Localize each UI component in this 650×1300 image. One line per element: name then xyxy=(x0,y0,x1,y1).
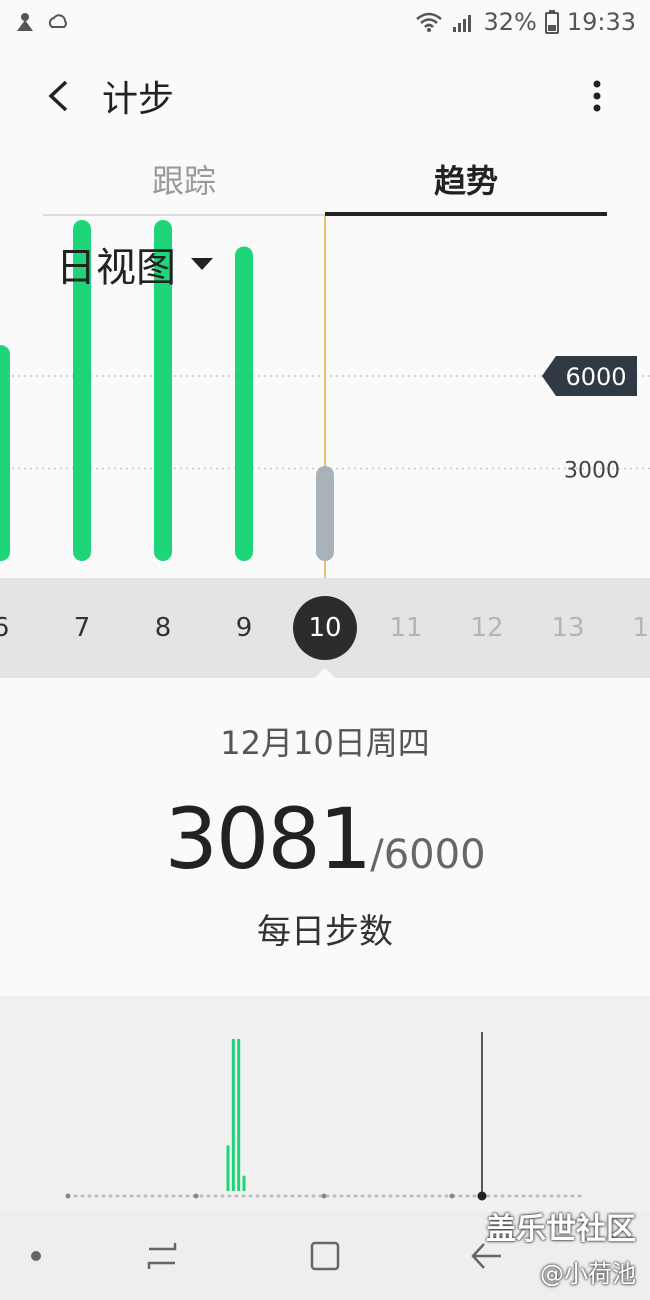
hourly-steps-chart xyxy=(0,996,650,1212)
date-item-9[interactable]: 9 xyxy=(212,598,276,658)
step-count-label: 每日步数 xyxy=(257,912,393,952)
hourly-bar-3 xyxy=(242,1175,246,1191)
date-item-6[interactable]: 6 xyxy=(0,598,33,658)
hourly-tick-0 xyxy=(65,1193,71,1199)
selected-date: 12月10日周四 xyxy=(220,724,430,762)
tab-bar: 跟踪 趋势 xyxy=(43,150,607,216)
home-square-icon xyxy=(310,1241,340,1271)
home-button[interactable] xyxy=(293,1224,357,1288)
step-count-value: 3081 xyxy=(164,790,372,888)
dot-icon xyxy=(31,1251,41,1261)
watermark-title: 盖乐世社区 xyxy=(486,1212,636,1247)
bar-day-6[interactable] xyxy=(0,345,10,561)
hourly-tick-18 xyxy=(449,1193,455,1199)
back-button[interactable] xyxy=(28,66,88,126)
reference-label-3000: 3000 xyxy=(564,459,620,484)
battery-icon xyxy=(544,10,559,34)
hourly-tick-12 xyxy=(321,1193,327,1199)
hourly-bar-0 xyxy=(226,1145,230,1191)
more-vertical-icon xyxy=(593,80,601,112)
bar-day-10[interactable] xyxy=(316,466,334,561)
watermark: 盖乐世社区 @小荷池 xyxy=(486,1204,636,1289)
date-item-8[interactable]: 8 xyxy=(131,598,195,658)
date-item-13[interactable]: 13 xyxy=(536,598,600,658)
tab-tracking[interactable]: 跟踪 xyxy=(43,150,325,214)
date-item-11[interactable]: 11 xyxy=(374,598,438,658)
nav-dot-button[interactable] xyxy=(4,1224,68,1288)
view-selector-label: 日视图 xyxy=(56,245,176,291)
page-title: 计步 xyxy=(102,79,175,120)
goal-badge-label: 6000 xyxy=(565,363,626,391)
selection-pointer xyxy=(314,668,336,679)
date-item-7[interactable]: 7 xyxy=(50,598,114,658)
now-dot xyxy=(477,1191,487,1201)
battery-percent: 32% xyxy=(483,8,537,36)
back-arrow-icon xyxy=(48,80,68,112)
view-selector[interactable]: 日视图 xyxy=(56,236,214,292)
notification-icon xyxy=(14,11,36,33)
signal-icon xyxy=(451,11,475,33)
tab-trends[interactable]: 趋势 xyxy=(325,150,607,216)
clock: 19:33 xyxy=(566,8,636,36)
date-item-14[interactable]: 14 xyxy=(617,598,650,658)
wifi-icon xyxy=(415,11,443,33)
date-item-12[interactable]: 12 xyxy=(455,598,519,658)
status-bar: 32% 19:33 xyxy=(0,0,650,44)
bar-day-9[interactable] xyxy=(235,246,253,562)
goal-badge: 6000 xyxy=(542,356,637,396)
hourly-bar-2 xyxy=(237,1039,241,1191)
dropdown-triangle-icon xyxy=(191,258,213,270)
weather-icon xyxy=(46,11,70,33)
step-goal: /6000 xyxy=(370,832,486,878)
more-options-button[interactable] xyxy=(582,66,612,126)
hourly-bar-1 xyxy=(231,1039,235,1191)
hourly-tick-6 xyxy=(193,1193,199,1199)
recent-apps-button[interactable] xyxy=(130,1224,194,1288)
recent-apps-icon xyxy=(147,1243,177,1269)
step-count: 3081/6000 xyxy=(0,790,650,888)
app-bar: 计步 xyxy=(0,56,650,136)
watermark-subtitle: @小荷池 xyxy=(540,1260,636,1288)
date-strip[interactable]: 6789 10 11 12 13 14 xyxy=(0,578,650,678)
date-item-10[interactable]: 10 xyxy=(293,596,357,660)
